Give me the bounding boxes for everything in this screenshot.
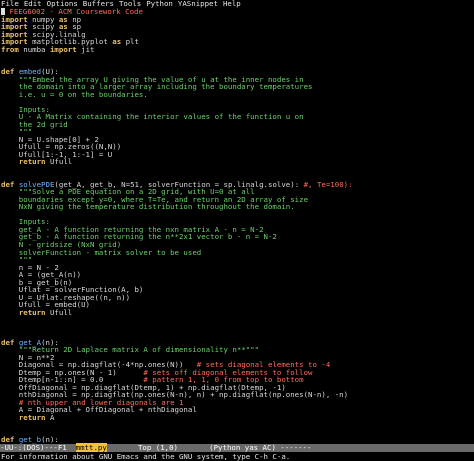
menu-bar: File Edit Options Buffers Tools Python YASnipp… <box>0 0 474 8</box>
code-token: NxN giving the temperature distribution … <box>1 202 295 212</box>
code-token: numba <box>18 44 50 54</box>
code-line: the 2d grid <box>0 120 474 129</box>
code-token: Ufull <box>45 157 73 167</box>
code-line: solverFunction - matrix solver to be use… <box>0 248 474 257</box>
code-line: return Ufull <box>0 307 474 317</box>
menu-yasnippet[interactable]: YASnippet <box>178 0 218 8</box>
menu-python[interactable]: Python <box>146 0 173 8</box>
code-token: Ufull <box>45 307 73 317</box>
echo-area: For information about GNU Emacs and the … <box>0 452 474 461</box>
menu-help[interactable]: Help <box>223 0 241 8</box>
code-line: """ <box>0 256 474 264</box>
code-token: from <box>1 44 19 54</box>
code-token: return <box>18 157 46 167</box>
code-line: """Return 2D Laplace matrix A of dimensi… <box>0 346 474 354</box>
code-line: i.e. u = 0 on the boundaries. <box>0 89 474 99</box>
mode-line-position: Top (1,0) (Python yas AC) ------- <box>106 443 312 452</box>
code-token: plt <box>121 37 139 47</box>
code-token: return <box>18 412 46 422</box>
code-token: return <box>18 307 46 317</box>
code-line: NxN giving the temperature distribution … <box>0 203 474 211</box>
mode-line: -UU-:(DOS)---F1 mmtt.py Top (1,0) (Pytho… <box>0 443 474 452</box>
code-editor[interactable]: # FEEG6002 - ACM Coursework Codeimport n… <box>0 8 474 444</box>
code-token: #, Te=100): <box>303 179 353 189</box>
code-line: from numba import jit <box>0 44 474 54</box>
code-line: return A <box>0 414 474 422</box>
code-token: jit <box>76 44 95 54</box>
code-line: return Ufull <box>0 158 474 166</box>
code-token: A <box>45 412 55 422</box>
code-line: A = Diagonal + OffDiagonal + nthDiagonal <box>0 406 474 414</box>
code-line: U - A Matrix containing the interior val… <box>0 113 474 121</box>
mode-line-status: -UU-:(DOS)---F1 <box>0 443 76 452</box>
menu-options[interactable]: Options <box>47 0 78 8</box>
code-token: i.e. u = 0 on the boundaries. <box>1 89 148 99</box>
menu-buffers[interactable]: Buffers <box>83 0 114 8</box>
menu-edit[interactable]: Edit <box>24 0 42 8</box>
menu-file[interactable]: File <box>1 0 19 8</box>
menu-tools[interactable]: Tools <box>119 0 141 8</box>
mode-line-buffer-name[interactable]: mmtt.py <box>75 443 107 452</box>
code-token: import <box>49 44 77 54</box>
code-token: as <box>112 37 122 47</box>
